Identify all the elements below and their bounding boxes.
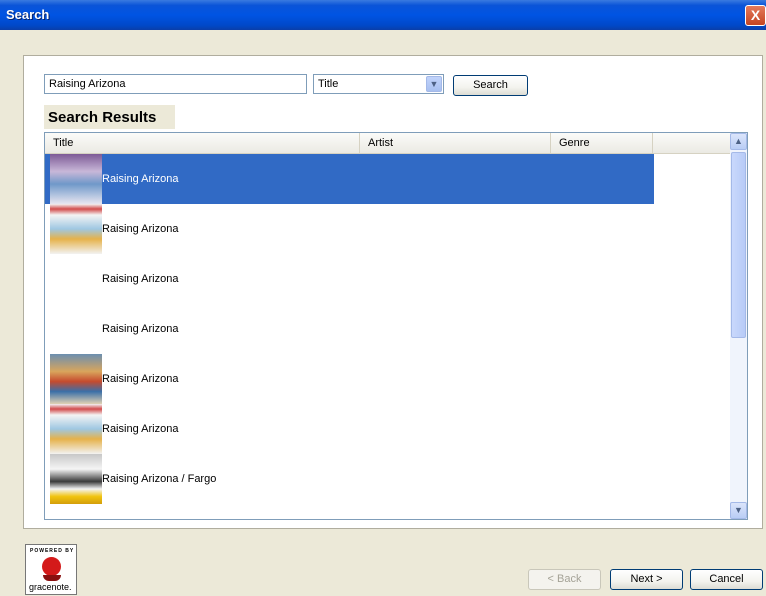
album-thumbnail <box>50 204 102 254</box>
search-field-value: Title <box>318 78 339 90</box>
row-title: Raising Arizona <box>102 373 179 385</box>
album-thumbnail <box>50 154 102 204</box>
results-grid[interactable]: Title Artist Genre Raising Arizona Raisin… <box>44 132 748 520</box>
scroll-down-icon[interactable]: ▼ <box>730 502 747 519</box>
album-thumbnail <box>50 354 102 404</box>
logo-text: gracenote. <box>29 582 72 592</box>
search-input[interactable] <box>44 74 307 94</box>
vertical-scrollbar[interactable]: ▲ ▼ <box>730 133 747 519</box>
search-results-heading: Search Results <box>44 105 175 129</box>
cancel-button[interactable]: Cancel <box>690 569 763 590</box>
table-row[interactable]: Raising Arizona <box>45 254 654 304</box>
table-row[interactable]: Raising Arizona <box>45 204 654 254</box>
row-title: Raising Arizona / Fargo <box>102 473 217 485</box>
table-row[interactable]: Raising Arizona <box>45 154 654 204</box>
table-row[interactable]: Raising Arizona <box>45 404 654 454</box>
row-title: Raising Arizona <box>102 273 179 285</box>
column-header-title[interactable]: Title <box>45 133 360 153</box>
logo-dot-icon <box>42 557 61 576</box>
row-title: Raising Arizona <box>102 423 179 435</box>
scroll-thumb[interactable] <box>731 152 746 338</box>
gracenote-logo: POWERED BY gracenote. <box>25 544 77 595</box>
window-title: Search <box>6 7 50 22</box>
column-header-artist[interactable]: Artist <box>360 133 551 153</box>
row-title: Raising Arizona <box>102 223 179 235</box>
row-title: Raising Arizona <box>102 173 179 185</box>
table-row[interactable]: Raising Arizona / Fargo <box>45 454 654 504</box>
chevron-down-icon[interactable]: ▼ <box>426 76 442 92</box>
close-button[interactable]: X <box>745 5 766 26</box>
title-bar: Search X <box>0 0 766 30</box>
back-button[interactable]: < Back <box>528 569 601 590</box>
column-header-genre[interactable]: Genre <box>551 133 653 153</box>
search-button[interactable]: Search <box>453 75 528 96</box>
logo-stem-icon <box>43 575 61 581</box>
album-thumbnail <box>50 454 102 504</box>
table-row[interactable]: Raising Arizona <box>45 354 654 404</box>
next-button[interactable]: Next > <box>610 569 683 590</box>
powered-by-text: POWERED BY <box>30 548 75 554</box>
album-thumbnail <box>50 404 102 454</box>
scroll-up-icon[interactable]: ▲ <box>730 133 747 150</box>
search-field-select[interactable]: Title ▼ <box>313 74 444 94</box>
row-title: Raising Arizona <box>102 323 179 335</box>
table-row[interactable]: Raising Arizona <box>45 304 654 354</box>
grid-header: Title Artist Genre <box>45 133 731 154</box>
